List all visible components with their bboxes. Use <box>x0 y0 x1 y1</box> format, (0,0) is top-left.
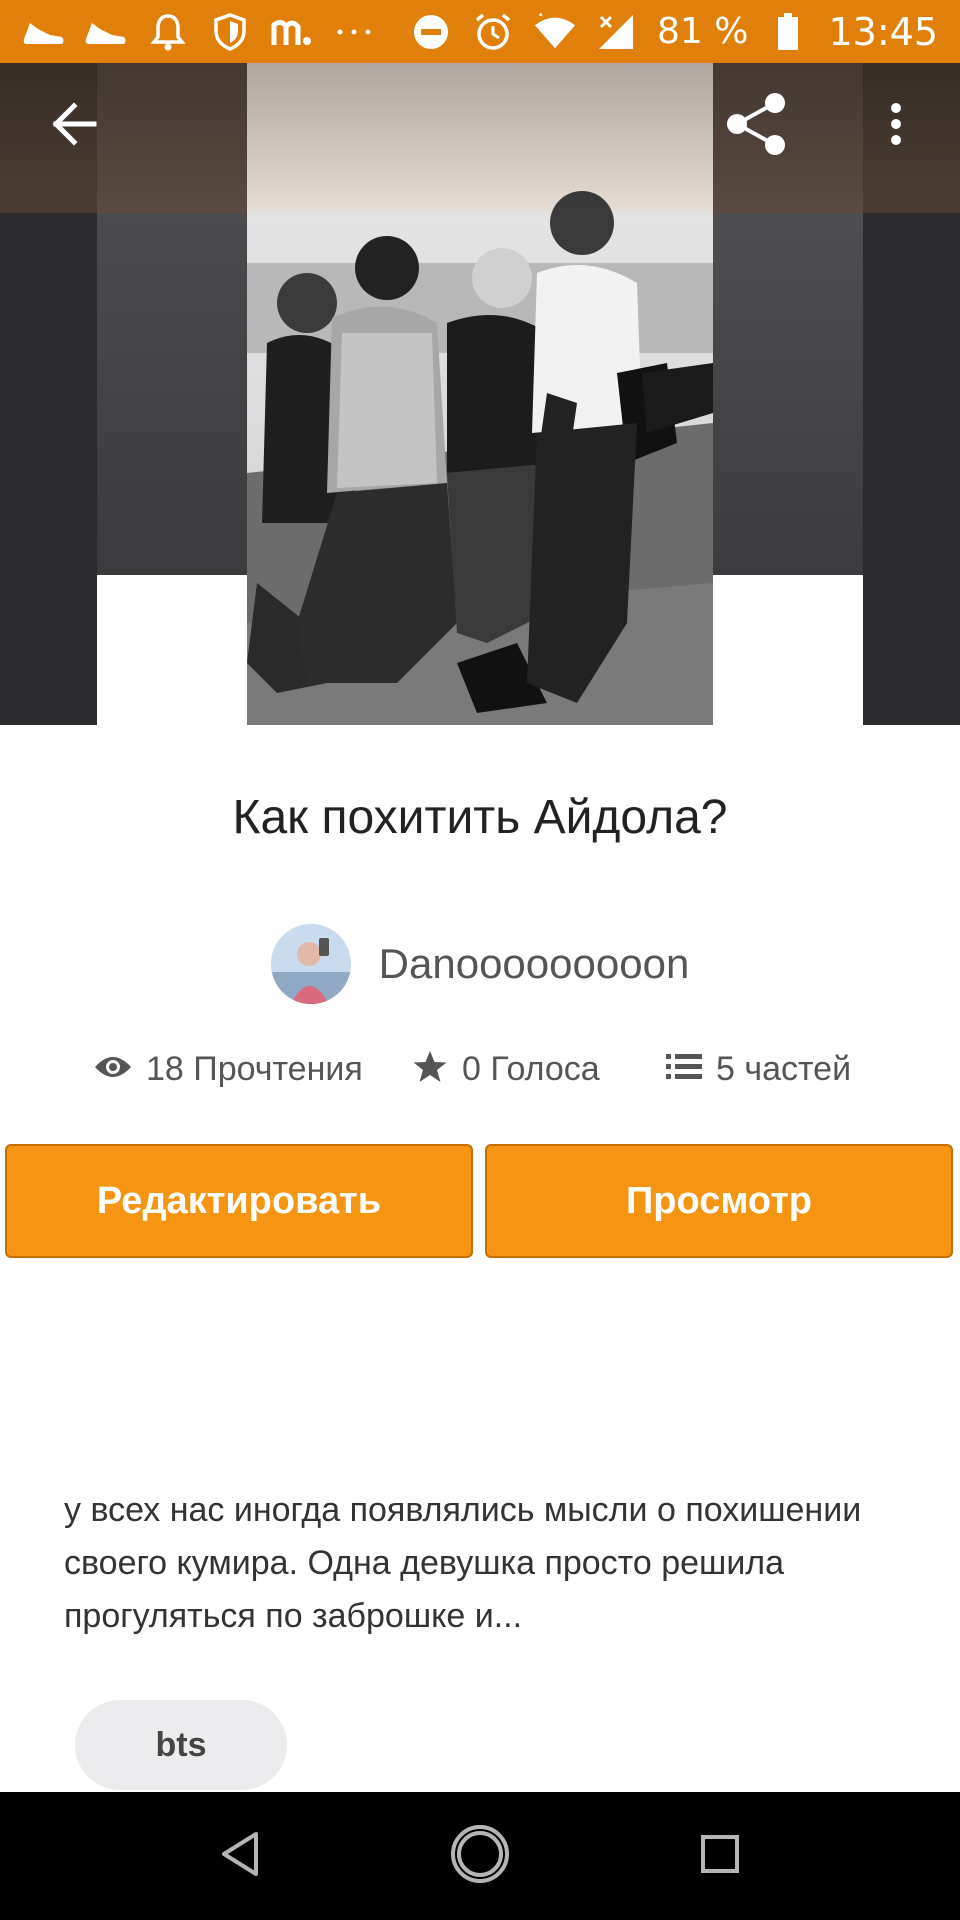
shoe-icon <box>84 12 128 52</box>
home-circle-icon <box>449 1823 511 1890</box>
status-bar-right: 81 % 13:45 <box>409 10 938 54</box>
cover-blur-left-inner <box>97 63 247 575</box>
parts-count: 5 частей <box>716 1050 852 1088</box>
edit-button[interactable]: Редактировать <box>5 1144 473 1258</box>
shoe-icon <box>22 12 66 52</box>
shield-icon <box>208 12 252 52</box>
do-not-disturb-icon <box>409 12 453 52</box>
status-bar: 81 % 13:45 <box>0 0 960 63</box>
signal-icon <box>595 12 639 52</box>
cover-area <box>0 63 960 725</box>
votes-stat: 0 Голоса <box>412 1050 600 1089</box>
nav-recents-button[interactable] <box>680 1816 760 1896</box>
votes-count: 0 Голоса <box>462 1050 600 1088</box>
clock-time: 13:45 <box>828 9 938 54</box>
view-button[interactable]: Просмотр <box>485 1144 953 1258</box>
list-icon <box>666 1052 702 1087</box>
avatar[interactable] <box>270 924 351 1004</box>
author-row[interactable]: Danooooooooon <box>0 924 960 1004</box>
recents-square-icon <box>700 1834 740 1879</box>
alarm-icon <box>471 12 515 52</box>
more-dots-icon <box>332 12 376 52</box>
back-triangle-icon <box>218 1830 262 1883</box>
system-nav-bar <box>0 1792 960 1920</box>
story-title: Как похитить Айдола? <box>232 791 728 844</box>
author-name[interactable]: Danooooooooon <box>379 940 690 988</box>
nav-home-button[interactable] <box>440 1816 520 1896</box>
parts-stat: 5 частей <box>666 1050 851 1089</box>
battery-percent: 81 % <box>657 11 749 52</box>
share-button[interactable] <box>718 88 794 164</box>
tag-chip[interactable]: bts <box>75 1700 287 1790</box>
story-description: у всех нас иногда появлялись мысли о пох… <box>64 1491 862 1635</box>
nav-back-button[interactable] <box>200 1816 280 1896</box>
eye-icon <box>94 1053 132 1086</box>
star-icon <box>412 1050 448 1089</box>
overflow-menu-button[interactable] <box>858 88 934 164</box>
m-app-icon <box>270 12 314 52</box>
share-icon <box>723 91 789 162</box>
reads-count: 18 Прочтения <box>146 1050 363 1088</box>
battery-icon <box>766 12 810 52</box>
story-cover-image[interactable] <box>247 63 713 725</box>
reads-stat: 18 Прочтения <box>94 1050 363 1089</box>
bell-icon <box>146 12 190 52</box>
back-arrow-icon <box>50 101 98 151</box>
wifi-icon <box>533 12 577 52</box>
more-vertical-icon <box>889 102 903 151</box>
back-button[interactable] <box>36 88 112 164</box>
story-stats: 18 Прочтения 0 Голоса 5 частей <box>0 1050 960 1106</box>
status-bar-left <box>22 12 376 52</box>
